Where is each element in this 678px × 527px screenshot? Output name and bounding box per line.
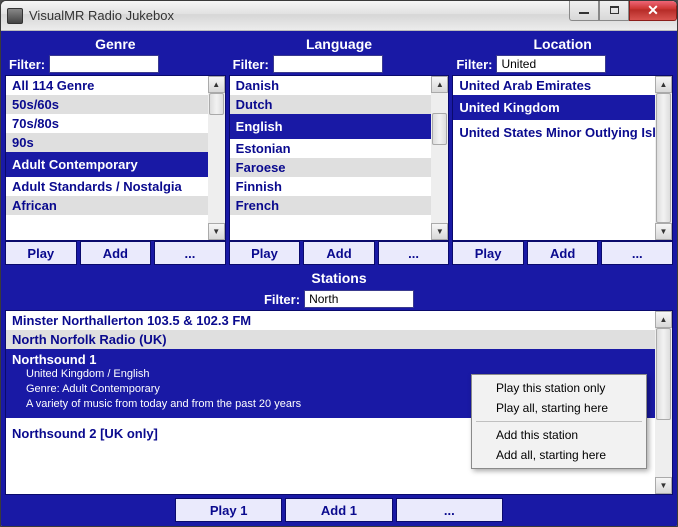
scroll-thumb[interactable] xyxy=(209,93,224,115)
scroll-up-button[interactable]: ▲ xyxy=(431,76,448,93)
close-button[interactable]: ✕ xyxy=(629,1,677,21)
language-panel: Language Filter: Danish Dutch English Es… xyxy=(229,35,450,265)
list-item[interactable]: 50s/60s xyxy=(6,95,208,114)
list-item[interactable]: Danish xyxy=(230,76,432,95)
genre-more-button[interactable]: ... xyxy=(154,241,226,265)
location-filter-input[interactable] xyxy=(496,55,606,73)
list-item[interactable]: Estonian xyxy=(230,139,432,158)
list-item[interactable]: Faroese xyxy=(230,158,432,177)
list-item[interactable]: All 114 Genre xyxy=(6,76,208,95)
bottom-button-bar: Play 1 Add 1 ... xyxy=(5,498,673,522)
list-item[interactable]: French xyxy=(230,196,432,215)
language-filter-input[interactable] xyxy=(273,55,383,73)
minimize-button[interactable] xyxy=(569,1,599,21)
client-area: Genre Filter: All 114 Genre 50s/60s 70s/… xyxy=(1,31,677,526)
scroll-down-button[interactable]: ▼ xyxy=(655,477,672,494)
scroll-down-button[interactable]: ▼ xyxy=(655,223,672,240)
list-item[interactable]: Finnish xyxy=(230,177,432,196)
menu-item-play-this[interactable]: Play this station only xyxy=(474,378,644,398)
scroll-down-button[interactable]: ▼ xyxy=(431,223,448,240)
titlebar[interactable]: VisualMR Radio Jukebox ✕ xyxy=(1,1,677,31)
location-listbox[interactable]: United Arab Emirates United Kingdom Unit… xyxy=(452,75,673,241)
stations-scrollbar[interactable]: ▲ ▼ xyxy=(655,311,672,494)
location-panel: Location Filter: United Arab Emirates Un… xyxy=(452,35,673,265)
menu-item-play-all[interactable]: Play all, starting here xyxy=(474,398,644,418)
genre-panel: Genre Filter: All 114 Genre 50s/60s 70s/… xyxy=(5,35,226,265)
list-item[interactable]: Adult Standards / Nostalgia xyxy=(6,177,208,196)
language-listbox[interactable]: Danish Dutch English Estonian Faroese Fi… xyxy=(229,75,450,241)
list-item[interactable]: United Arab Emirates xyxy=(453,76,655,95)
play-one-button[interactable]: Play 1 xyxy=(175,498,282,522)
scroll-down-button[interactable]: ▼ xyxy=(208,223,225,240)
window-title: VisualMR Radio Jukebox xyxy=(29,8,569,23)
scroll-thumb[interactable] xyxy=(656,93,671,223)
list-item[interactable]: African xyxy=(6,196,208,215)
maximize-button[interactable] xyxy=(599,1,629,21)
station-name: Northsound 1 xyxy=(12,352,649,367)
location-header: Location xyxy=(452,35,673,53)
language-header: Language xyxy=(229,35,450,53)
location-add-button[interactable]: Add xyxy=(527,241,599,265)
location-filter-label: Filter: xyxy=(456,57,492,72)
language-filter-label: Filter: xyxy=(233,57,269,72)
bottom-more-button[interactable]: ... xyxy=(396,498,503,522)
scroll-up-button[interactable]: ▲ xyxy=(655,311,672,328)
language-more-button[interactable]: ... xyxy=(378,241,450,265)
list-item[interactable]: 70s/80s xyxy=(6,114,208,133)
app-icon xyxy=(7,8,23,24)
list-item[interactable]: United Kingdom xyxy=(453,95,655,120)
app-window: VisualMR Radio Jukebox ✕ Genre Filter: A… xyxy=(0,0,678,527)
genre-listbox[interactable]: All 114 Genre 50s/60s 70s/80s 90s Adult … xyxy=(5,75,226,241)
filter-columns: Genre Filter: All 114 Genre 50s/60s 70s/… xyxy=(5,35,673,265)
genre-scrollbar[interactable]: ▲ ▼ xyxy=(208,76,225,240)
add-one-button[interactable]: Add 1 xyxy=(285,498,392,522)
location-more-button[interactable]: ... xyxy=(601,241,673,265)
scroll-thumb[interactable] xyxy=(656,328,671,420)
location-play-button[interactable]: Play xyxy=(452,241,524,265)
list-item[interactable]: United States Minor Outlying Isl xyxy=(453,120,655,145)
location-scrollbar[interactable]: ▲ ▼ xyxy=(655,76,672,240)
genre-filter-label: Filter: xyxy=(9,57,45,72)
language-scrollbar[interactable]: ▲ ▼ xyxy=(431,76,448,240)
genre-add-button[interactable]: Add xyxy=(80,241,152,265)
menu-item-add-all[interactable]: Add all, starting here xyxy=(474,445,644,465)
list-item[interactable]: Dutch xyxy=(230,95,432,114)
station-context-menu[interactable]: Play this station only Play all, startin… xyxy=(471,374,647,469)
genre-header: Genre xyxy=(5,35,226,53)
genre-play-button[interactable]: Play xyxy=(5,241,77,265)
scroll-up-button[interactable]: ▲ xyxy=(208,76,225,93)
scroll-thumb[interactable] xyxy=(432,113,447,145)
list-item[interactable]: English xyxy=(230,114,432,139)
scroll-up-button[interactable]: ▲ xyxy=(655,76,672,93)
list-item[interactable]: Adult Contemporary xyxy=(6,152,208,177)
stations-filter-input[interactable] xyxy=(304,290,414,308)
menu-item-add-this[interactable]: Add this station xyxy=(474,425,644,445)
close-icon: ✕ xyxy=(647,2,659,19)
genre-filter-input[interactable] xyxy=(49,55,159,73)
station-row[interactable]: North Norfolk Radio (UK) xyxy=(6,330,655,349)
language-play-button[interactable]: Play xyxy=(229,241,301,265)
stations-filter-label: Filter: xyxy=(264,292,300,307)
list-item[interactable]: 90s xyxy=(6,133,208,152)
language-add-button[interactable]: Add xyxy=(303,241,375,265)
stations-header: Stations xyxy=(5,268,673,288)
menu-separator xyxy=(476,421,642,422)
station-row[interactable]: Minster Northallerton 103.5 & 102.3 FM xyxy=(6,311,655,330)
